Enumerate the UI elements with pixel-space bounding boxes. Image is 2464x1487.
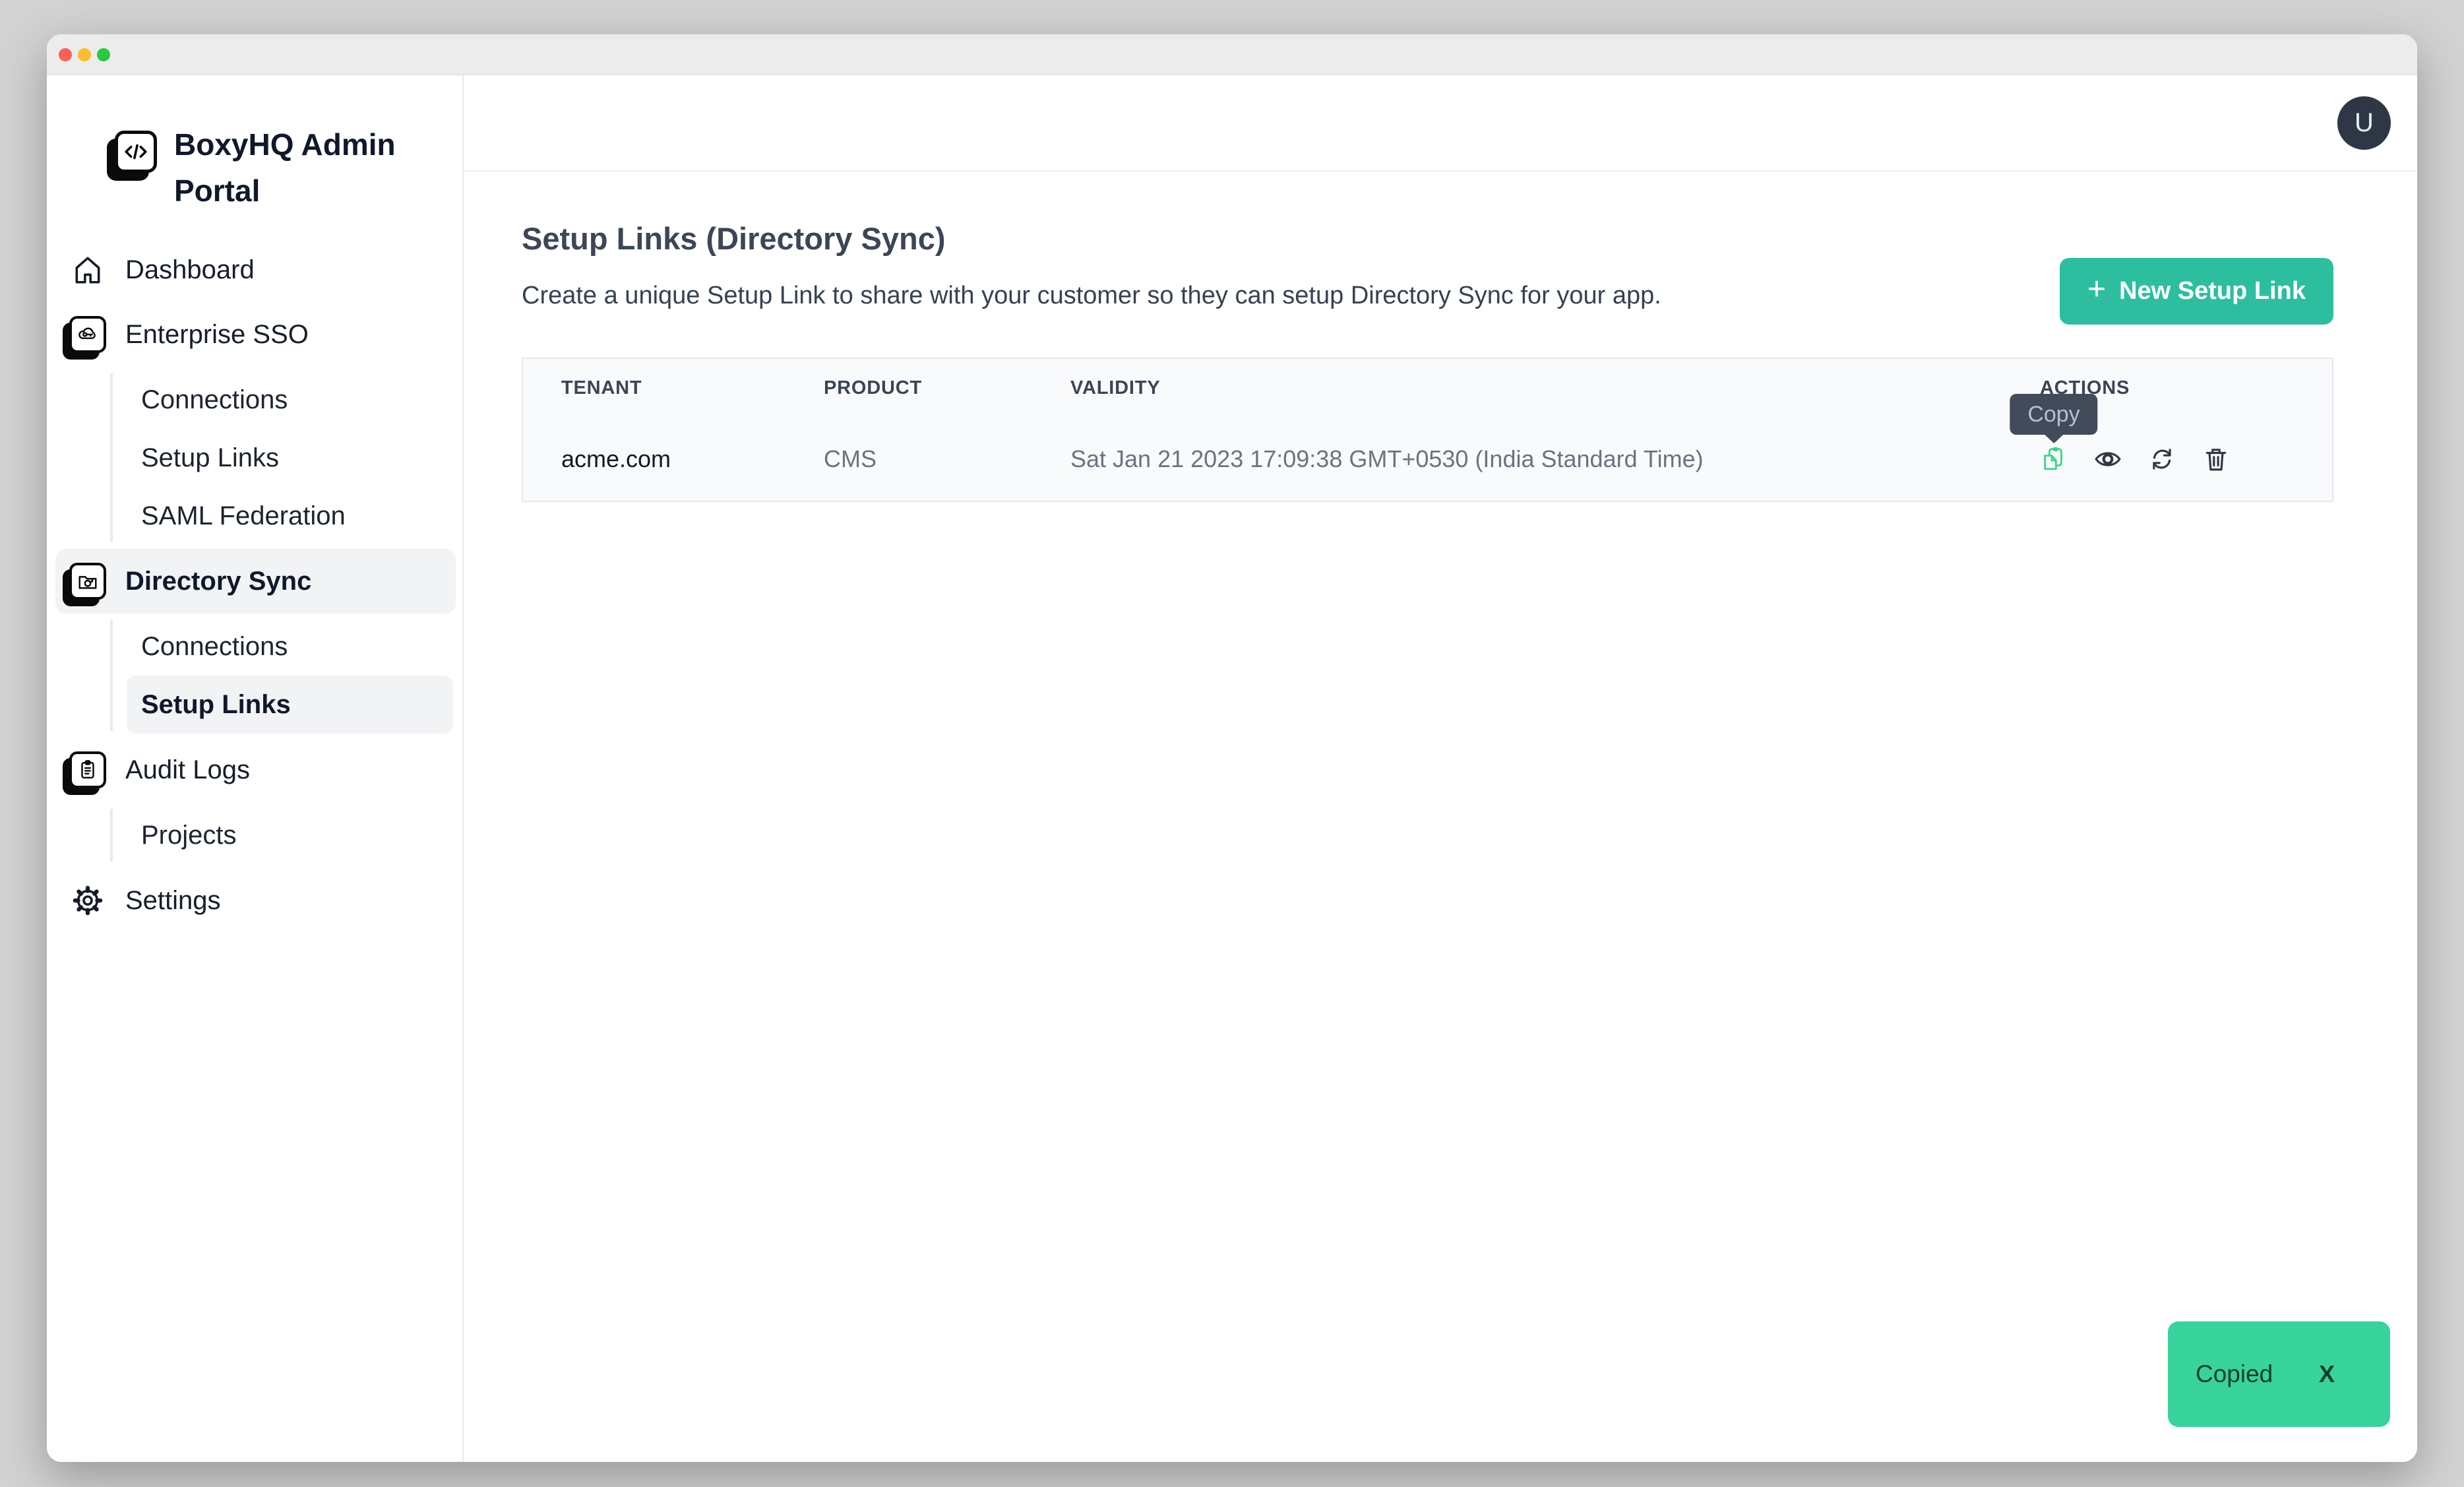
new-setup-link-button[interactable]: + New Setup Link — [2060, 258, 2333, 325]
table-row: acme.com CMS Sat Jan 21 2023 17:09:38 GM… — [523, 417, 2332, 501]
audit-logs-submenu: Projects — [47, 802, 462, 868]
sidebar-item-audit-logs[interactable]: Audit Logs — [55, 738, 456, 802]
regenerate-setup-link-button[interactable] — [2148, 445, 2176, 473]
app-logo: BoxyHQ Admin Portal — [115, 127, 462, 214]
view-setup-link-button[interactable] — [2094, 445, 2122, 473]
setup-links-table: TENANT PRODUCT VALIDITY ACTIONS acme.com… — [522, 358, 2333, 502]
app-title: BoxyHQ Admin Portal — [174, 121, 425, 214]
sidebar-item-directory-sync[interactable]: Directory Sync — [55, 549, 456, 614]
sidebar: BoxyHQ Admin Portal Dashboard — [47, 75, 464, 1462]
column-header-tenant: TENANT — [523, 377, 785, 399]
sidebar-item-saml-federation[interactable]: SAML Federation — [127, 487, 453, 545]
product-cell: CMS — [785, 445, 1032, 473]
avatar-initial: U — [2355, 108, 2374, 138]
clipboard-icon — [69, 751, 106, 788]
app-shell: BoxyHQ Admin Portal Dashboard — [47, 75, 2417, 1462]
validity-cell: Sat Jan 21 2023 17:09:38 GMT+0530 (India… — [1032, 445, 2002, 473]
actions-cell: Copy — [2002, 445, 2332, 473]
refresh-icon — [2148, 445, 2176, 473]
directory-sync-submenu: Connections Setup Links — [47, 614, 462, 738]
boxyhq-code-icon — [115, 131, 157, 173]
copied-toast: Copied X — [2168, 1321, 2390, 1427]
trash-icon — [2202, 445, 2230, 473]
close-window-button[interactable] — [59, 48, 72, 61]
page-content: Setup Links (Directory Sync) Create a un… — [464, 172, 2417, 1462]
sidebar-item-dsync-setup-links[interactable]: Setup Links — [127, 676, 453, 734]
copy-tooltip: Copy — [2010, 394, 2097, 435]
eye-icon — [2094, 445, 2122, 473]
gear-icon — [69, 882, 106, 919]
column-header-product: PRODUCT — [785, 377, 1032, 399]
window-titlebar — [47, 34, 2417, 75]
sidebar-item-sso-connections[interactable]: Connections — [127, 371, 453, 429]
new-setup-link-label: New Setup Link — [2119, 277, 2306, 305]
sidebar-nav: Dashboard Enterprise SSO — [47, 237, 462, 933]
toast-message: Copied — [2196, 1360, 2273, 1388]
sidebar-item-sso-setup-links[interactable]: Setup Links — [127, 429, 453, 487]
page-title: Setup Links (Directory Sync) — [522, 220, 2333, 257]
main-area: U Setup Links (Directory Sync) Create a … — [464, 75, 2417, 1462]
sidebar-item-settings[interactable]: Settings — [55, 868, 456, 933]
folder-sync-icon — [69, 563, 106, 600]
plus-icon: + — [2087, 274, 2106, 305]
sidebar-item-projects[interactable]: Projects — [127, 806, 453, 864]
sidebar-item-dsync-connections[interactable]: Connections — [127, 617, 453, 676]
sidebar-item-dashboard[interactable]: Dashboard — [55, 237, 456, 302]
copy-icon — [2040, 445, 2068, 473]
delete-setup-link-button[interactable] — [2202, 445, 2230, 473]
top-header: U — [464, 75, 2417, 172]
toast-close-button[interactable]: X — [2319, 1360, 2335, 1388]
minimize-window-button[interactable] — [78, 48, 91, 61]
copy-link-button[interactable]: Copy — [2040, 445, 2068, 473]
zoom-window-button[interactable] — [97, 48, 110, 61]
column-header-validity: VALIDITY — [1032, 377, 2002, 399]
sso-cloud-key-icon — [69, 316, 106, 353]
sidebar-item-enterprise-sso[interactable]: Enterprise SSO — [55, 302, 456, 367]
tenant-cell: acme.com — [523, 445, 785, 473]
desktop-background: BoxyHQ Admin Portal Dashboard — [0, 0, 2464, 1487]
home-icon — [69, 251, 106, 288]
app-window: BoxyHQ Admin Portal Dashboard — [47, 34, 2417, 1462]
enterprise-sso-submenu: Connections Setup Links SAML Federation — [47, 367, 462, 549]
avatar[interactable]: U — [2337, 96, 2391, 150]
